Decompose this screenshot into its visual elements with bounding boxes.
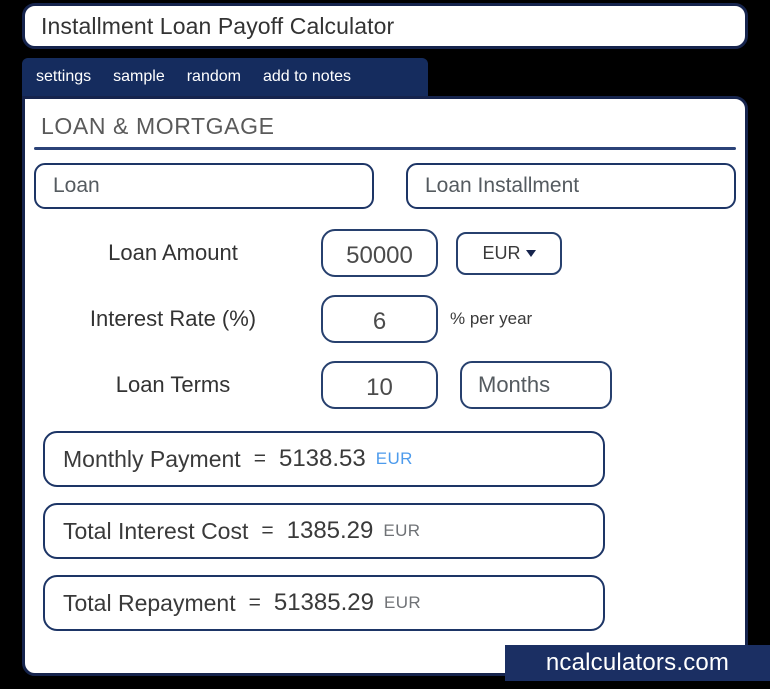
result-monthly-payment-label: Monthly Payment (63, 445, 241, 472)
result-total-interest-cost-label: Total Interest Cost (63, 517, 249, 544)
toolbar-tab-bar: settings sample random add to notes (22, 58, 428, 96)
result-total-interest-cost-value: 1385.29 (286, 517, 374, 544)
field-row-interest-rate: Interest Rate (%) 6 % per year (25, 293, 751, 345)
loan-amount-input[interactable]: 50000 (321, 229, 438, 277)
brand-name: ncalculators.com (545, 649, 730, 676)
interest-rate-input[interactable]: 6 (321, 295, 438, 343)
result-total-interest-cost-equals: = (261, 519, 274, 542)
currency-select-label: EUR (482, 242, 521, 263)
result-total-repayment-label: Total Repayment (63, 589, 236, 616)
result-monthly-payment: Monthly Payment = 5138.53 EUR (43, 431, 605, 487)
category-selector-loan[interactable]: Loan (34, 163, 374, 209)
brand-badge: ncalculators.com (505, 645, 770, 681)
loan-terms-period-label: Months (478, 372, 551, 397)
result-total-repayment-equals: = (248, 591, 261, 614)
result-total-repayment-unit: EUR (383, 593, 422, 612)
interest-rate-label: Interest Rate (%) (89, 306, 257, 331)
loan-terms-input[interactable]: 10 (321, 361, 438, 409)
chevron-down-icon (525, 249, 536, 257)
window-title-bar: Installment Loan Payoff Calculator (22, 3, 748, 49)
tab-add-to-notes[interactable]: add to notes (263, 68, 351, 86)
result-total-interest-cost-unit: EUR (383, 521, 421, 540)
result-monthly-payment-unit: EUR (375, 449, 413, 468)
loan-terms-label: Loan Terms (115, 372, 231, 397)
result-total-repayment: Total Repayment = 51385.29 EUR (43, 575, 605, 631)
category-row: Loan Loan Installment (34, 163, 736, 209)
field-row-loan-amount: Loan Amount 50000 EUR (25, 227, 751, 279)
category-selector-loan-label: Loan (53, 174, 100, 197)
interest-rate-unit: % per year (450, 309, 533, 328)
calculator-panel: LOAN & MORTGAGE Loan Loan Installment Lo… (22, 96, 748, 676)
section-divider (34, 147, 736, 150)
loan-amount-value: 50000 (346, 242, 413, 269)
tab-random[interactable]: random (187, 68, 241, 86)
category-selector-loan-installment[interactable]: Loan Installment (406, 163, 736, 209)
interest-rate-value: 6 (372, 308, 387, 335)
loan-terms-value: 10 (366, 374, 393, 401)
result-total-repayment-value: 51385.29 (273, 589, 374, 616)
page-title: Installment Loan Payoff Calculator (41, 12, 395, 39)
result-monthly-payment-equals: = (253, 447, 266, 470)
tab-settings[interactable]: settings (36, 68, 91, 86)
section-heading: LOAN & MORTGAGE (41, 113, 275, 139)
tab-sample[interactable]: sample (113, 68, 165, 86)
loan-terms-period-select[interactable]: Months (460, 361, 612, 409)
field-row-loan-terms: Loan Terms 10 Months (25, 359, 751, 411)
result-monthly-payment-value: 5138.53 (278, 445, 366, 472)
result-total-interest-cost: Total Interest Cost = 1385.29 EUR (43, 503, 605, 559)
loan-amount-label: Loan Amount (108, 240, 238, 265)
currency-select[interactable]: EUR (456, 231, 562, 275)
category-selector-loan-installment-label: Loan Installment (425, 174, 580, 197)
